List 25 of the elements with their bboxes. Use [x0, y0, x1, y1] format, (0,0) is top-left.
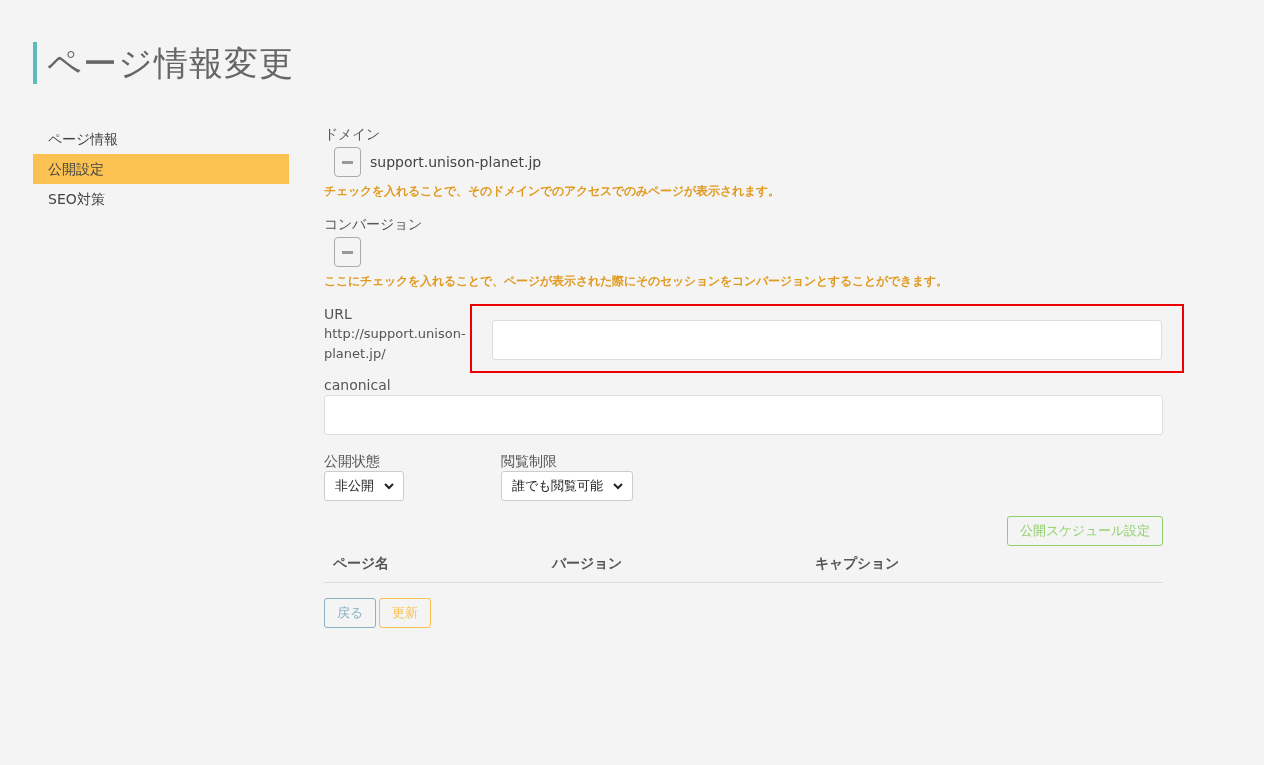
column-header: バージョン: [552, 555, 623, 573]
sidebar-item[interactable]: ページ情報: [33, 124, 289, 154]
url-input[interactable]: [492, 320, 1162, 360]
sidebar-item[interactable]: SEO対策: [33, 184, 289, 214]
chevron-down-icon: [613, 482, 623, 490]
field-label: 閲覧制限: [501, 452, 558, 471]
column-header: ページ名: [333, 555, 390, 573]
column-header: キャプション: [815, 555, 899, 573]
sidebar-item[interactable]: 公開設定: [33, 154, 289, 184]
field-label: canonical: [324, 376, 392, 395]
field-label: コンバージョン: [324, 215, 423, 234]
hint-text: チェックを入れることで、そのドメインでのアクセスでのみページが表示されます。: [324, 183, 781, 200]
page-title: ページ情報変更: [33, 42, 294, 84]
chevron-down-icon: [384, 482, 394, 490]
select-dropdown[interactable]: 非公開: [324, 471, 404, 501]
hint-text: ここにチェックを入れることで、ページが表示された際にそのセッションをコンバージョンとすることができます。: [324, 273, 949, 290]
field-label: 公開状態: [324, 452, 381, 471]
checkbox-label: support.unison-planet.jp: [370, 154, 542, 170]
field-label: ドメイン: [324, 125, 381, 144]
canonical-input[interactable]: [324, 395, 1163, 435]
url-prefix: http://support.unison-planet.jp/: [324, 325, 467, 363]
checkbox[interactable]: [334, 237, 361, 267]
field-label: URL: [324, 305, 353, 324]
checkbox[interactable]: [334, 147, 361, 177]
select-dropdown[interactable]: 誰でも閲覧可能: [501, 471, 633, 501]
